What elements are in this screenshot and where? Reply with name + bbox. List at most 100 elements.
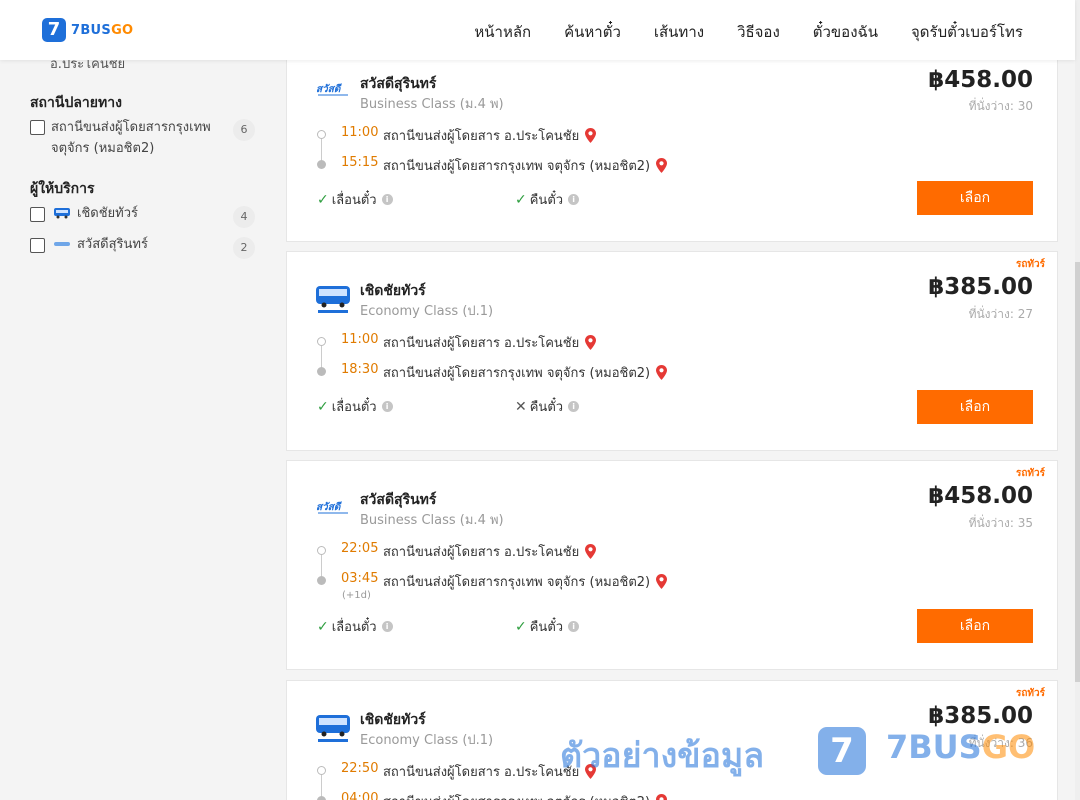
trip-card: สวัสดี สวัสดีสุรินทร์ Business Class (ม.…	[286, 52, 1058, 242]
watermark-brand: 7BUSGO	[886, 728, 1036, 766]
scroll-thumb[interactable]	[1075, 262, 1080, 682]
bus-logo-icon	[54, 242, 70, 246]
location-pin-icon[interactable]	[585, 128, 597, 143]
check-icon: ✓	[317, 191, 329, 208]
arrive-time: 03:45	[341, 571, 379, 586]
depart-dot	[317, 766, 326, 775]
depart-time: 11:00	[341, 332, 379, 347]
ticket-price: ฿385.00	[928, 274, 1033, 300]
arrive-dot	[317, 160, 326, 169]
logo-mark: 7	[42, 18, 66, 42]
sample-data-watermark: ตัวอย่างข้อมูล	[560, 736, 765, 776]
svg-text:สวัสดี: สวัสดี	[316, 501, 342, 513]
depart-time: 22:05	[341, 541, 379, 556]
arrive-dot	[317, 367, 326, 376]
checkbox-icon[interactable]	[30, 238, 45, 253]
ticket-price: ฿385.00	[928, 703, 1033, 729]
refund-policy: ✓ คืนตั๋ว i	[515, 189, 580, 210]
info-icon[interactable]: i	[568, 401, 580, 412]
arrive-time: 18:30	[341, 362, 379, 377]
count-badge: 6	[233, 119, 255, 141]
watermark-logo-mark: 7	[818, 727, 866, 775]
nav-my-tickets[interactable]: ตั๋วของฉัน	[813, 20, 878, 44]
location-pin-icon[interactable]	[656, 365, 668, 380]
arrive-dot	[317, 796, 326, 800]
depart-time: 11:00	[341, 125, 379, 140]
operator-name: สวัสดีสุรินทร์	[360, 76, 437, 92]
bus-type-tag: รถทัวร์	[1015, 688, 1045, 699]
location-pin-icon[interactable]	[656, 158, 668, 173]
bus-class: Economy Class (ป.1)	[360, 733, 494, 748]
operator-name: เชิดชัยทัวร์	[360, 283, 426, 299]
arrive-station: สถานีขนส่งผู้โดยสารกรุงเทพ จตุจักร (หมอช…	[383, 362, 668, 383]
top-header: 7 7BUSGO หน้าหลัก ค้นหาตั๋ว เส้นทาง วิธี…	[0, 0, 1075, 60]
destination-filter-item[interactable]: สถานีขนส่งผู้โดยสารกรุงเทพ จตุจักร (หมอช…	[30, 119, 255, 159]
site-logo[interactable]: 7 7BUSGO	[42, 18, 133, 42]
info-icon[interactable]: i	[381, 401, 393, 412]
change-policy: ✓ เลื่อนตั๋ว i	[317, 189, 393, 210]
bus-logo-icon	[316, 286, 350, 313]
nav-routes[interactable]: เส้นทาง	[654, 20, 704, 44]
change-policy: ✓ เลื่อนตั๋ว i	[317, 616, 393, 637]
check-icon: ✓	[515, 618, 527, 635]
timeline-line	[321, 137, 322, 161]
timeline-line	[321, 553, 322, 577]
timeline-line	[321, 773, 322, 797]
bus-logo-icon: สวัสดี	[316, 501, 348, 514]
operator-name: สวัสดีสุรินทร์	[360, 492, 437, 508]
info-icon[interactable]: i	[568, 621, 580, 632]
check-icon: ✓	[317, 618, 329, 635]
checkbox-icon[interactable]	[30, 207, 45, 222]
bus-type-tag: รถทัวร์	[1015, 259, 1045, 270]
refund-policy: ✓ คืนตั๋ว i	[515, 616, 580, 637]
location-pin-icon[interactable]	[585, 544, 597, 559]
change-policy: ✓ เลื่อนตั๋ว i	[317, 396, 393, 417]
nav-ticket-points[interactable]: จุดรับตั๋วเบอร์โทร	[911, 20, 1023, 44]
seats-available: ที่นั่งว่าง: 30	[968, 99, 1033, 113]
seats-available: ที่นั่งว่าง: 35	[968, 516, 1033, 530]
nav-how-to-book[interactable]: วิธีจอง	[737, 20, 780, 44]
ticket-price: ฿458.00	[928, 67, 1033, 93]
operator-name: เชิดชัยทัวร์	[360, 712, 426, 728]
refund-policy: ✕ คืนตั๋ว i	[515, 396, 580, 417]
next-day-badge: (+1d)	[342, 590, 371, 601]
nav-home[interactable]: หน้าหลัก	[474, 20, 531, 44]
depart-station: สถานีขนส่งผู้โดยสาร อ.ประโคนชัย	[383, 541, 597, 562]
arrive-station: สถานีขนส่งผู้โดยสารกรุงเทพ จตุจักร (หมอช…	[383, 155, 668, 176]
location-pin-icon[interactable]	[656, 794, 668, 800]
arrive-station: สถานีขนส่งผู้โดยสารกรุงเทพ จตุจักร (หมอช…	[383, 571, 668, 592]
depart-station: สถานีขนส่งผู้โดยสาร อ.ประโคนชัย	[383, 125, 597, 146]
checkbox-icon[interactable]	[30, 120, 45, 135]
depart-station: สถานีขนส่งผู้โดยสาร อ.ประโคนชัย	[383, 332, 597, 353]
select-trip-button[interactable]: เลือก	[917, 390, 1033, 424]
location-pin-icon[interactable]	[585, 335, 597, 350]
main-nav: หน้าหลัก ค้นหาตั๋ว เส้นทาง วิธีจอง ตั๋วข…	[474, 20, 1023, 44]
info-icon[interactable]: i	[568, 194, 580, 205]
info-icon[interactable]: i	[381, 194, 393, 205]
count-badge: 4	[233, 206, 255, 228]
location-pin-icon[interactable]	[656, 574, 668, 589]
page-scrollbar[interactable]	[1075, 0, 1080, 800]
select-trip-button[interactable]: เลือก	[917, 181, 1033, 215]
bus-logo-icon	[54, 208, 70, 219]
bus-type-tag: รถทัวร์	[1015, 468, 1045, 479]
operator-label: เชิดชัยทัวร์	[77, 206, 139, 221]
cross-icon: ✕	[515, 398, 527, 415]
arrive-time: 04:00	[341, 791, 379, 800]
info-icon[interactable]: i	[381, 621, 393, 632]
check-icon: ✓	[515, 191, 527, 208]
arrive-station: สถานีขนส่งผู้โดยสารกรุงเทพ จตุจักร (หมอช…	[383, 791, 668, 800]
depart-dot	[317, 337, 326, 346]
destination-filter-title: สถานีปลายทาง	[30, 95, 122, 111]
count-badge: 2	[233, 237, 255, 259]
depart-dot	[317, 546, 326, 555]
nav-search-ticket[interactable]: ค้นหาตั๋ว	[564, 20, 621, 44]
operator-filter-title: ผู้ให้บริการ	[30, 181, 95, 197]
operator-filter-item[interactable]: เชิดชัยทัวร์ 4	[30, 206, 255, 228]
destination-label: สถานีขนส่งผู้โดยสารกรุงเทพ จตุจักร (หมอช…	[51, 120, 211, 156]
select-trip-button[interactable]: เลือก	[917, 609, 1033, 643]
bus-logo-icon	[316, 715, 350, 742]
bus-class: Business Class (ม.4 พ)	[360, 513, 504, 528]
operator-filter-item[interactable]: สวัสดีสุรินทร์ 2	[30, 237, 255, 259]
bus-logo-icon: สวัสดี	[316, 83, 348, 96]
